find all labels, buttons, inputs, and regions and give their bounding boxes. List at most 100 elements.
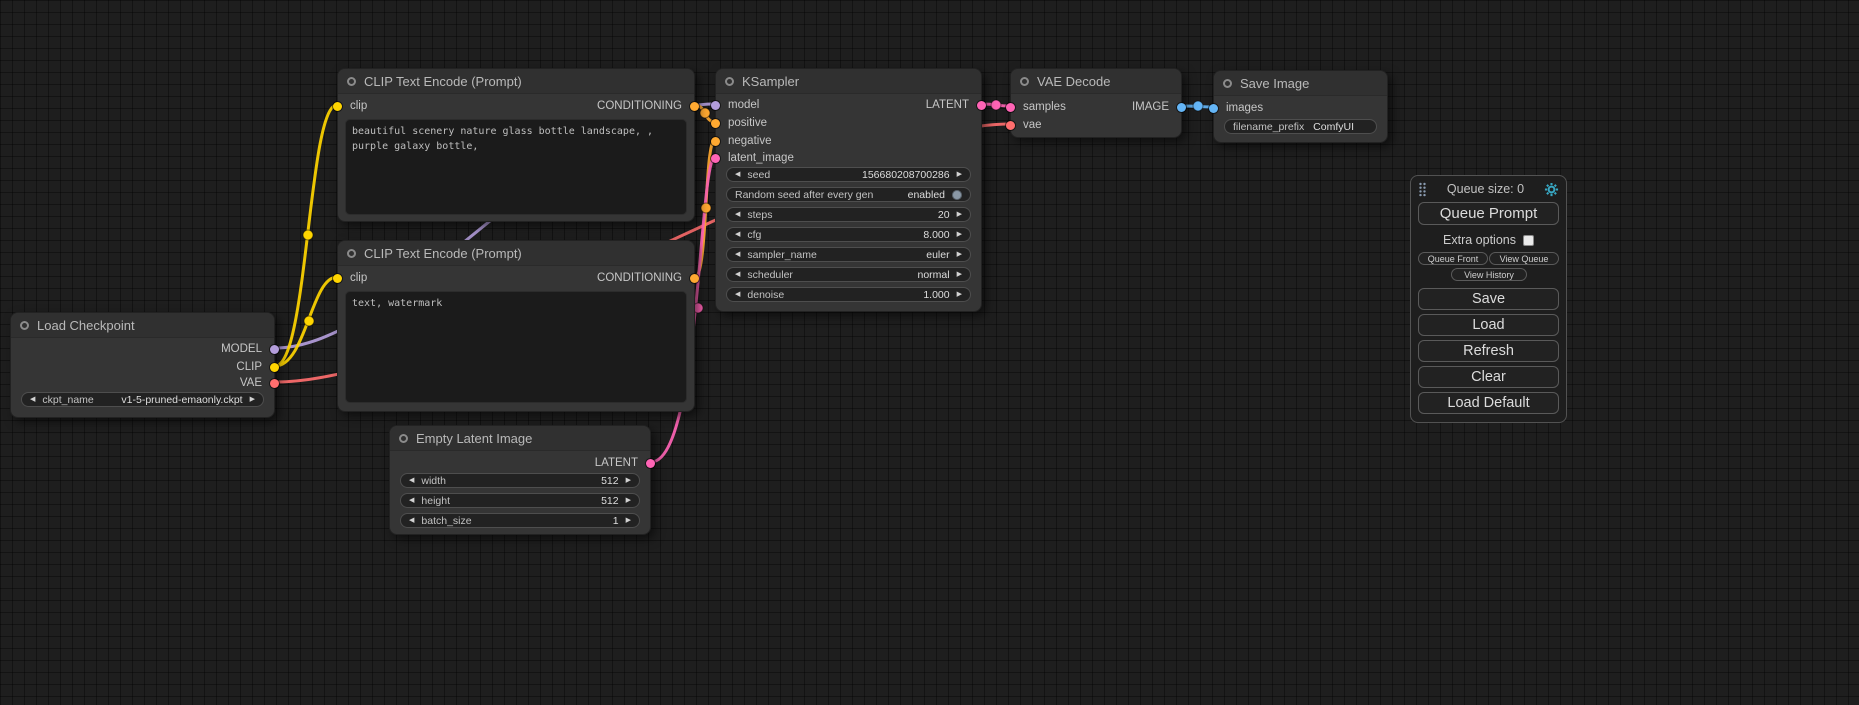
- node-title-bar[interactable]: CLIP Text Encode (Prompt): [338, 241, 694, 266]
- save-button[interactable]: Save: [1418, 288, 1559, 310]
- cfg-widget[interactable]: ◀ cfg 8.000 ▶: [726, 227, 971, 242]
- node-title: Save Image: [1240, 76, 1309, 91]
- decrement-arrow-icon[interactable]: ◀: [409, 497, 414, 504]
- drag-handle-icon[interactable]: [1418, 182, 1427, 197]
- positive-prompt-textarea[interactable]: beautiful scenery nature glass bottle la…: [345, 119, 687, 215]
- widget-label: cfg: [747, 229, 761, 241]
- collapse-dot-icon[interactable]: [347, 77, 356, 86]
- height-widget[interactable]: ◀ height 512 ▶: [400, 493, 640, 508]
- node-title-bar[interactable]: CLIP Text Encode (Prompt): [338, 69, 694, 94]
- node-title-bar[interactable]: KSampler: [716, 69, 981, 94]
- view-history-button[interactable]: View History: [1451, 268, 1527, 281]
- negative-prompt-textarea[interactable]: text, watermark: [345, 291, 687, 403]
- increment-arrow-icon[interactable]: ▶: [957, 291, 962, 298]
- gear-icon[interactable]: [1544, 182, 1559, 197]
- queue-front-button[interactable]: Queue Front: [1418, 252, 1488, 265]
- decrement-arrow-icon[interactable]: ◀: [409, 477, 414, 484]
- input-label: latent_image: [728, 152, 794, 164]
- output-label: CLIP: [236, 361, 262, 373]
- output-dot-clip[interactable]: [270, 363, 279, 372]
- output-dot-image[interactable]: [1177, 103, 1186, 112]
- node-vae-decode[interactable]: VAE Decode samples vae IMAGE: [1010, 68, 1182, 138]
- node-title-bar[interactable]: Save Image: [1214, 71, 1387, 96]
- output-dot-conditioning[interactable]: [690, 102, 699, 111]
- increment-arrow-icon[interactable]: ▶: [626, 517, 631, 524]
- extra-options-checkbox[interactable]: [1523, 235, 1534, 246]
- output-label: CONDITIONING: [597, 100, 682, 112]
- collapse-dot-icon[interactable]: [725, 77, 734, 86]
- ckpt-name-widget[interactable]: ◀ ckpt_name v1-5-pruned-emaonly.ckpt ▶: [21, 392, 264, 407]
- output-dot-conditioning[interactable]: [690, 274, 699, 283]
- decrement-arrow-icon[interactable]: ◀: [735, 251, 740, 258]
- collapse-dot-icon[interactable]: [347, 249, 356, 258]
- collapse-dot-icon[interactable]: [1223, 79, 1232, 88]
- scheduler-widget[interactable]: ◀ scheduler normal ▶: [726, 267, 971, 282]
- wire-midpoint-dot-clip-positive: [303, 230, 313, 240]
- node-title-bar[interactable]: Load Checkpoint: [11, 313, 274, 338]
- node-title: Load Checkpoint: [37, 318, 135, 333]
- output-dot-latent[interactable]: [977, 101, 986, 110]
- output-dot-model[interactable]: [270, 345, 279, 354]
- input-dot-images[interactable]: [1209, 104, 1218, 113]
- output-slot-conditioning: CONDITIONING: [338, 270, 694, 286]
- node-empty-latent-image[interactable]: Empty Latent Image LATENT ◀ width 512 ▶ …: [389, 425, 651, 535]
- node-title: CLIP Text Encode (Prompt): [364, 74, 522, 89]
- queue-prompt-button[interactable]: Queue Prompt: [1418, 202, 1559, 225]
- widget-value: 8.000: [923, 229, 949, 241]
- node-save-image[interactable]: Save Image images filename_prefix ComfyU…: [1213, 70, 1388, 143]
- input-slot-positive: positive: [716, 115, 981, 131]
- output-dot-vae[interactable]: [270, 379, 279, 388]
- collapse-dot-icon[interactable]: [1020, 77, 1029, 86]
- input-dot-vae[interactable]: [1006, 121, 1015, 130]
- decrement-arrow-icon[interactable]: ◀: [735, 231, 740, 238]
- collapse-dot-icon[interactable]: [399, 434, 408, 443]
- extra-options-row: Extra options: [1411, 233, 1566, 247]
- collapse-dot-icon[interactable]: [20, 321, 29, 330]
- widget-label: height: [421, 495, 450, 507]
- increment-arrow-icon[interactable]: ▶: [957, 271, 962, 278]
- increment-arrow-icon[interactable]: ▶: [957, 231, 962, 238]
- node-graph-canvas[interactable]: Load Checkpoint MODEL CLIP VAE ◀ ckpt_na…: [0, 0, 1859, 705]
- decrement-arrow-icon[interactable]: ◀: [30, 396, 35, 403]
- filename-prefix-widget[interactable]: filename_prefix ComfyUI: [1224, 119, 1377, 134]
- load-default-button[interactable]: Load Default: [1418, 392, 1559, 414]
- widget-label: ckpt_name: [42, 394, 93, 406]
- increment-arrow-icon[interactable]: ▶: [957, 251, 962, 258]
- widget-value: 1: [613, 515, 619, 527]
- output-dot-latent[interactable]: [646, 459, 655, 468]
- node-ksampler[interactable]: KSampler model positive negative latent_…: [715, 68, 982, 312]
- increment-arrow-icon[interactable]: ▶: [250, 396, 255, 403]
- clear-button[interactable]: Clear: [1418, 366, 1559, 388]
- input-dot-positive[interactable]: [711, 119, 720, 128]
- input-dot-negative[interactable]: [711, 137, 720, 146]
- node-clip-text-encode-negative[interactable]: CLIP Text Encode (Prompt) clip CONDITION…: [337, 240, 695, 412]
- toggle-dot-icon[interactable]: [952, 190, 962, 200]
- view-queue-button[interactable]: View Queue: [1489, 252, 1559, 265]
- increment-arrow-icon[interactable]: ▶: [626, 477, 631, 484]
- input-dot-latent-image[interactable]: [711, 154, 720, 163]
- decrement-arrow-icon[interactable]: ◀: [409, 517, 414, 524]
- increment-arrow-icon[interactable]: ▶: [957, 171, 962, 178]
- decrement-arrow-icon[interactable]: ◀: [735, 171, 740, 178]
- load-button[interactable]: Load: [1418, 314, 1559, 336]
- seed-widget[interactable]: ◀ seed 156680208700286 ▶: [726, 167, 971, 182]
- node-title-bar[interactable]: Empty Latent Image: [390, 426, 650, 451]
- increment-arrow-icon[interactable]: ▶: [957, 211, 962, 218]
- output-slot-image: IMAGE: [1011, 99, 1181, 115]
- decrement-arrow-icon[interactable]: ◀: [735, 271, 740, 278]
- node-clip-text-encode-positive[interactable]: CLIP Text Encode (Prompt) clip CONDITION…: [337, 68, 695, 222]
- refresh-button[interactable]: Refresh: [1418, 340, 1559, 362]
- input-label: vae: [1023, 119, 1042, 131]
- random-seed-toggle-widget[interactable]: Random seed after every gen enabled: [726, 187, 971, 202]
- denoise-widget[interactable]: ◀ denoise 1.000 ▶: [726, 287, 971, 302]
- increment-arrow-icon[interactable]: ▶: [626, 497, 631, 504]
- width-widget[interactable]: ◀ width 512 ▶: [400, 473, 640, 488]
- batch-size-widget[interactable]: ◀ batch_size 1 ▶: [400, 513, 640, 528]
- widget-value: 1.000: [923, 289, 949, 301]
- decrement-arrow-icon[interactable]: ◀: [735, 291, 740, 298]
- steps-widget[interactable]: ◀ steps 20 ▶: [726, 207, 971, 222]
- node-title-bar[interactable]: VAE Decode: [1011, 69, 1181, 94]
- sampler-name-widget[interactable]: ◀ sampler_name euler ▶: [726, 247, 971, 262]
- decrement-arrow-icon[interactable]: ◀: [735, 211, 740, 218]
- node-load-checkpoint[interactable]: Load Checkpoint MODEL CLIP VAE ◀ ckpt_na…: [10, 312, 275, 418]
